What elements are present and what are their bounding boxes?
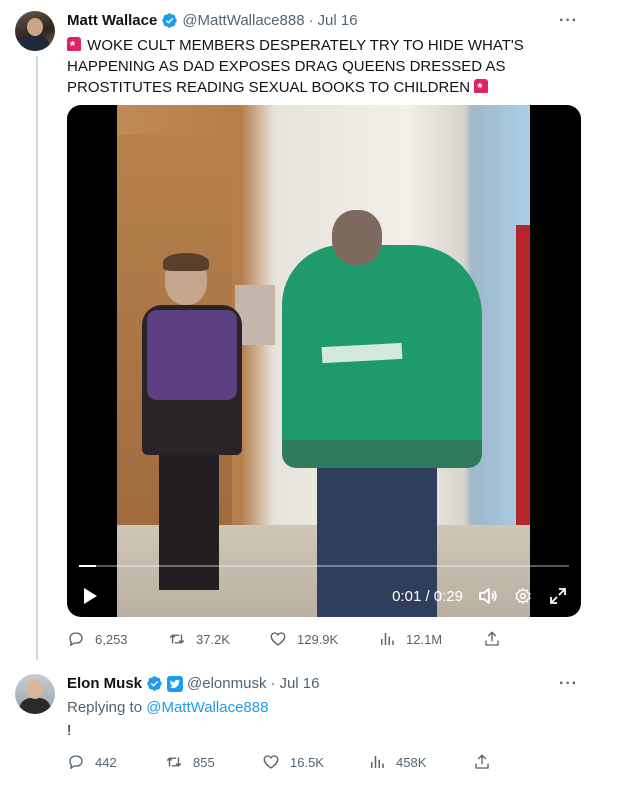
avatar[interactable] <box>15 11 55 51</box>
reply-icon <box>69 755 83 770</box>
author-name[interactable]: Matt Wallace <box>67 12 157 29</box>
tweet-text: WOKE CULT MEMBERS DESPERATELY TRY TO HID… <box>67 35 537 98</box>
views-button[interactable]: 12.1M <box>378 630 483 648</box>
retweet-icon <box>169 634 185 644</box>
views-count: 12.1M <box>406 631 443 647</box>
twitter-bird-badge-icon <box>167 675 184 692</box>
tweet-actions: 442 855 16.5K 458K <box>67 753 491 771</box>
replying-prefix: Replying to <box>67 699 143 716</box>
separator-dot: · <box>270 675 276 692</box>
tweet-date[interactable]: Jul 16 <box>279 675 319 692</box>
views-chart-icon <box>381 633 394 645</box>
tweet-date[interactable]: Jul 16 <box>318 12 358 29</box>
reply-count: 442 <box>95 754 117 770</box>
thread-connector-line <box>36 56 38 660</box>
tweet-body: WOKE CULT MEMBERS DESPERATELY TRY TO HID… <box>67 37 524 96</box>
like-button[interactable]: 129.9K <box>269 630 378 648</box>
reply-count: 6,253 <box>95 631 128 647</box>
retweet-count: 37.2K <box>196 631 230 647</box>
video-frame <box>117 105 530 617</box>
video-time: 0:01 / 0:29 <box>392 588 463 605</box>
like-count: 16.5K <box>290 754 324 770</box>
retweet-button[interactable]: 37.2K <box>168 630 269 648</box>
separator-dot: · <box>308 12 314 29</box>
author-name[interactable]: Elon Musk <box>67 675 142 692</box>
video-progress-fill <box>79 565 96 567</box>
author-handle[interactable]: @elonmusk <box>187 675 266 692</box>
video-progress-track[interactable] <box>79 565 569 567</box>
replying-to: Replying to @MattWallace888 <box>67 699 268 716</box>
retweet-icon <box>166 757 182 767</box>
more-options-icon[interactable]: ··· <box>559 675 578 693</box>
retweet-button[interactable]: 855 <box>165 753 262 771</box>
video-controls: 0:01 / 0:29 <box>67 577 581 613</box>
volume-icon[interactable] <box>478 587 498 605</box>
share-icon <box>485 631 499 646</box>
heart-icon <box>270 632 286 646</box>
more-options-icon[interactable]: ··· <box>559 12 578 30</box>
tweet-header: Elon Musk @elonmusk · Jul 16 <box>67 675 319 692</box>
police-light-icon <box>67 35 81 56</box>
tweet-actions: 6,253 37.2K 129.9K 12.1M <box>67 630 501 648</box>
like-button[interactable]: 16.5K <box>262 753 368 771</box>
mention-link[interactable]: @MattWallace888 <box>146 699 268 716</box>
share-button[interactable] <box>483 630 501 648</box>
like-count: 129.9K <box>297 631 339 647</box>
tweet-body: ! <box>67 722 72 739</box>
avatar[interactable] <box>15 674 55 714</box>
reply-button[interactable]: 442 <box>67 753 165 771</box>
fullscreen-icon[interactable] <box>549 587 567 605</box>
views-chart-icon <box>371 756 384 768</box>
share-icon <box>475 754 489 769</box>
verified-badge-icon <box>147 676 162 691</box>
tweet-header: Matt Wallace @MattWallace888 · Jul 16 <box>67 12 358 29</box>
views-count: 458K <box>396 754 427 770</box>
settings-icon[interactable] <box>514 587 532 605</box>
police-light-icon <box>474 77 489 98</box>
play-icon[interactable] <box>81 587 99 605</box>
views-button[interactable]: 458K <box>368 753 473 771</box>
reply-icon <box>69 632 83 647</box>
author-handle[interactable]: @MattWallace888 <box>182 12 304 29</box>
verified-badge-icon <box>162 13 178 28</box>
share-button[interactable] <box>473 753 491 771</box>
heart-icon <box>263 755 279 769</box>
retweet-count: 855 <box>193 754 215 770</box>
video-player[interactable]: 0:01 / 0:29 <box>67 105 581 617</box>
reply-button[interactable]: 6,253 <box>67 630 168 648</box>
